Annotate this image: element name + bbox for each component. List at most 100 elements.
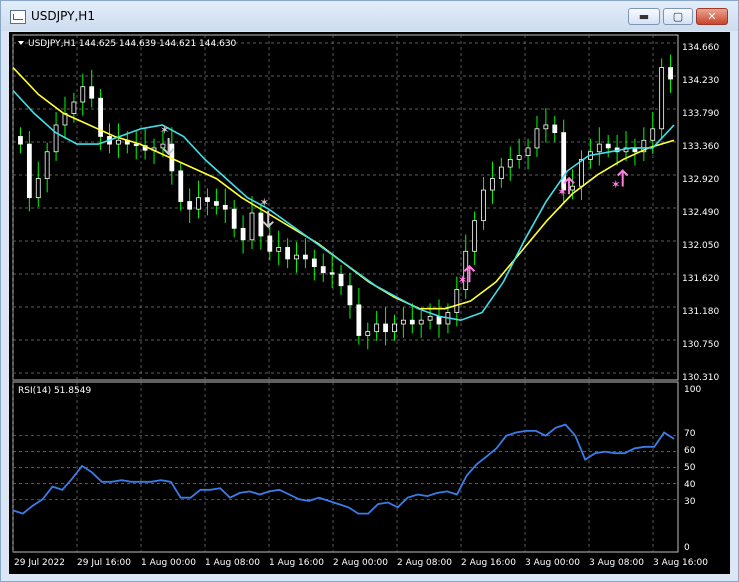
close-button[interactable]: ✕ [696,8,728,25]
candle-body [543,124,549,130]
rsi-axis: 100 70 60 50 40 30 0 [684,385,701,553]
rsi-level-label: 100 [684,385,701,395]
chart-canvas[interactable]: USDJPY,H1 144.625 144.639 144.621 144.63… [9,32,730,574]
candle-body [178,170,184,202]
buy-star-icon: ✶ [611,178,621,192]
signal-markers: ✶ ✶ ✶ ✶ ✶ [160,123,629,287]
candles-layer [18,54,673,350]
minimize-button[interactable]: ▬ [628,8,660,25]
candle-body [187,201,193,210]
time-label: 29 Jul 16:00 [77,558,131,568]
price-label: 131.620 [682,274,719,284]
candle-body [213,201,219,206]
candle-body [365,331,371,336]
rsi-level-label: 40 [684,480,696,490]
candle-body [80,86,86,103]
candle-body [44,151,50,179]
chart-menu-triangle-icon[interactable] [18,41,24,45]
candle-body [276,247,282,252]
candle-body [605,143,611,149]
time-label: 3 Aug 08:00 [589,558,644,568]
chart-window: USDJPY,H1 ▬ ▢ ✕ USDJPY,H1 144.625 144.63… [0,0,739,582]
main-panel-frame [12,34,679,381]
main-grid [12,35,678,380]
candle-body [374,323,380,333]
candle-body [258,212,264,237]
candle-body [427,315,433,321]
rsi-level-label: 30 [684,497,696,507]
rsi-level-label: 60 [684,446,696,456]
candle-body [570,185,575,191]
candle-body [231,208,237,229]
candle-body [240,227,246,241]
rsi-panel-frame [12,381,679,553]
candle-body [392,323,397,333]
price-label: 132.490 [682,208,719,218]
candle-body [525,147,531,156]
time-label: 2 Aug 00:00 [333,558,388,568]
candle-body [659,67,665,130]
time-label: 1 Aug 08:00 [205,558,260,568]
candle-body [472,220,478,252]
candle-body [249,212,255,241]
rsi-level-label: 70 [684,429,696,439]
candle-body [481,189,486,222]
candle-body [18,136,23,145]
chart-window-icon [10,10,26,24]
candle-body [222,204,228,210]
candle-body [133,143,139,147]
price-axis: 134.660 134.230 133.790 133.360 132.920 … [682,43,719,383]
candle-body [409,319,415,325]
candle-body [26,143,32,199]
time-label: 3 Aug 16:00 [653,558,708,568]
time-label: 1 Aug 00:00 [141,558,196,568]
time-label: 2 Aug 08:00 [397,558,452,568]
buy-star-icon: ✶ [457,273,467,287]
sell-star-icon: ✶ [259,196,269,210]
candle-body [507,159,513,168]
price-label: 133.790 [682,109,719,119]
time-label: 3 Aug 00:00 [525,558,580,568]
price-label: 133.360 [682,142,719,152]
price-label: 132.050 [682,241,719,251]
candle-body [205,197,210,202]
candle-body [579,159,584,187]
candle-body [311,258,317,267]
candle-body [329,272,335,275]
ma-fast-line [12,89,675,322]
chart-svg[interactable]: USDJPY,H1 144.625 144.639 144.621 144.63… [9,32,730,574]
price-label: 130.310 [682,373,719,383]
price-label: 131.180 [682,307,719,317]
candle-body [418,319,424,325]
candle-body [383,323,388,333]
candle-body [285,247,291,260]
candle-body [71,101,77,114]
symbol-info: USDJPY,H1 144.625 144.639 144.621 144.63… [28,39,237,49]
rsi-label: RSI(14) 51.8549 [18,386,91,396]
candle-body [53,124,59,153]
candle-body [400,319,406,325]
time-label: 29 Jul 2022 [14,558,65,568]
title-bar[interactable]: USDJPY,H1 ▬ ▢ ✕ [1,1,738,31]
time-axis: 29 Jul 2022 29 Jul 16:00 1 Aug 00:00 1 A… [14,558,708,568]
price-label: 130.750 [682,340,719,350]
rsi-grid [12,382,678,552]
candle-body [116,139,121,145]
price-label: 132.920 [682,175,719,185]
candle-body [668,67,673,80]
candle-body [160,143,166,149]
candle-body [35,178,41,199]
sell-star-icon: ✶ [160,123,170,137]
candle-body [498,166,504,179]
maximize-button[interactable]: ▢ [663,8,693,25]
candle-body [436,315,442,325]
candle-body [320,266,326,274]
candle-body [490,178,495,191]
candle-body [356,304,362,336]
candle-body [294,254,299,260]
time-label: 2 Aug 16:00 [461,558,516,568]
candle-body [454,289,460,313]
candle-body [596,143,602,153]
candle-body [267,235,273,252]
price-label: 134.230 [682,76,719,86]
